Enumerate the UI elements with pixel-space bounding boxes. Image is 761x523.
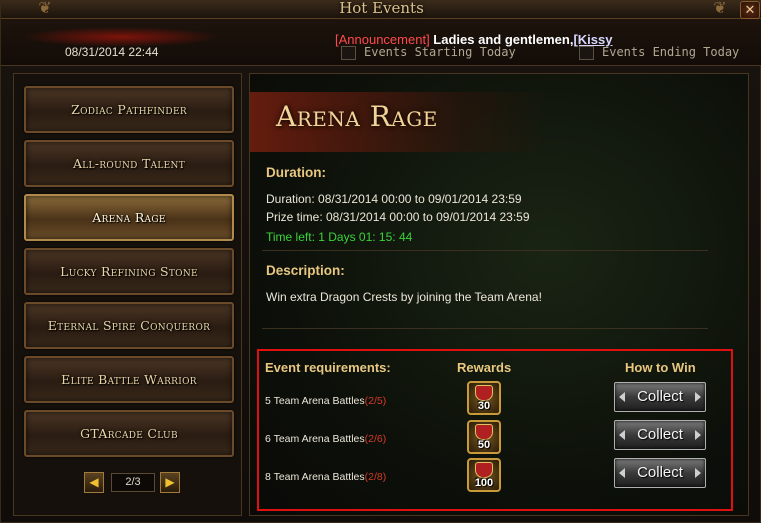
reward-amount: 50	[477, 439, 491, 451]
requirement-row-text: 8 Team Arena Battles(2/8)	[265, 471, 386, 483]
announcement-text: Ladies and gentlemen,	[429, 32, 574, 47]
title-bar[interactable]: ❦ Hot Events ❦ ✕	[1, 0, 761, 19]
rewards-column-header: Rewards	[457, 360, 512, 375]
page-indicator: 2/3	[111, 473, 155, 492]
filter-starting-today[interactable]: Events Starting Today	[341, 45, 516, 60]
requirement-row-text: 6 Team Arena Battles(2/6)	[265, 433, 386, 445]
filter-ending-label: Events Ending Today	[602, 45, 740, 59]
how-to-win-column-header: How to Win	[625, 360, 696, 375]
dragon-crest-icon	[475, 462, 493, 478]
event-title: Arena Rage	[276, 100, 438, 133]
reward-dragon-crest[interactable]: 50	[467, 420, 501, 454]
close-button[interactable]: ✕	[740, 1, 760, 19]
description-heading: Description:	[266, 263, 345, 278]
prev-page-button[interactable]: ◀	[84, 472, 104, 493]
reward-amount: 100	[474, 477, 494, 489]
dragon-crest-icon	[475, 424, 493, 440]
server-datetime: 08/31/2014 22:44	[65, 45, 159, 59]
requirement-label: 8 Team Arena Battles	[265, 471, 365, 483]
event-item-all-round-talent[interactable]: All-round Talent	[24, 140, 234, 187]
event-item-lucky-refining-stone[interactable]: Lucky Refining Stone	[24, 248, 234, 295]
reward-dragon-crest[interactable]: 100	[467, 458, 501, 492]
header-divider	[1, 65, 761, 66]
dragon-crest-icon	[475, 385, 493, 401]
collect-button[interactable]: Collect	[614, 458, 706, 488]
event-item-arena-rage[interactable]: Arena Rage	[24, 194, 234, 241]
event-item-elite-battle-warrior[interactable]: Elite Battle Warrior	[24, 356, 234, 403]
ornament-icon: ❦	[713, 0, 727, 17]
section-divider	[262, 250, 708, 251]
filter-starting-label: Events Starting Today	[364, 45, 516, 59]
description-text: Win extra Dragon Crests by joining the T…	[266, 290, 542, 304]
reward-amount: 30	[477, 400, 491, 412]
event-item-eternal-spire-conqueror[interactable]: Eternal Spire Conqueror	[24, 302, 234, 349]
duration-heading: Duration:	[266, 165, 326, 180]
pagination: ◀ 2/3 ▶	[84, 472, 180, 494]
requirement-row-text: 5 Team Arena Battles(2/5)	[265, 395, 386, 407]
checkbox-starting-today[interactable]	[341, 45, 356, 60]
time-left-text: Time left: 1 Days 01: 15: 44	[266, 230, 413, 244]
reward-dragon-crest[interactable]: 30	[467, 381, 501, 415]
requirement-progress: (2/6)	[364, 433, 387, 445]
arrow-right-icon: ▶	[165, 475, 175, 489]
requirement-progress: (2/8)	[364, 471, 387, 483]
duration-text: Duration: 08/31/2014 00:00 to 09/01/2014…	[266, 192, 522, 206]
filter-ending-today[interactable]: Events Ending Today	[579, 45, 739, 60]
requirements-column-header: Event requirements:	[265, 360, 391, 375]
header-glow	[21, 27, 221, 47]
prize-time-text: Prize time: 08/31/2014 00:00 to 09/01/20…	[266, 210, 530, 224]
arrow-left-icon: ◀	[89, 475, 99, 489]
announcement-player-link[interactable]: [Kissy	[573, 32, 612, 47]
requirement-progress: (2/5)	[364, 395, 387, 407]
announcement-ticker: [Announcement] Ladies and gentlemen,[Kis…	[335, 32, 612, 47]
close-icon: ✕	[744, 2, 756, 17]
checkbox-ending-today[interactable]	[579, 45, 594, 60]
event-item-gtarcade-club[interactable]: GTArcade Club	[24, 410, 234, 457]
event-requirements-box: Event requirements: Rewards How to Win 5…	[257, 349, 733, 511]
event-list-panel: Zodiac Pathfinder All-round Talent Arena…	[13, 73, 242, 516]
event-item-zodiac-pathfinder[interactable]: Zodiac Pathfinder	[24, 86, 234, 133]
collect-button[interactable]: Collect	[614, 382, 706, 412]
section-divider	[262, 328, 708, 329]
announcement-tag: [Announcement]	[335, 32, 430, 47]
requirement-label: 5 Team Arena Battles	[265, 395, 365, 407]
requirement-label: 6 Team Arena Battles	[265, 433, 365, 445]
window-title: Hot Events	[339, 0, 424, 17]
collect-button[interactable]: Collect	[614, 420, 706, 450]
hot-events-window: ❦ Hot Events ❦ ✕ 08/31/2014 22:44 Events…	[0, 0, 761, 523]
next-page-button[interactable]: ▶	[160, 472, 180, 493]
